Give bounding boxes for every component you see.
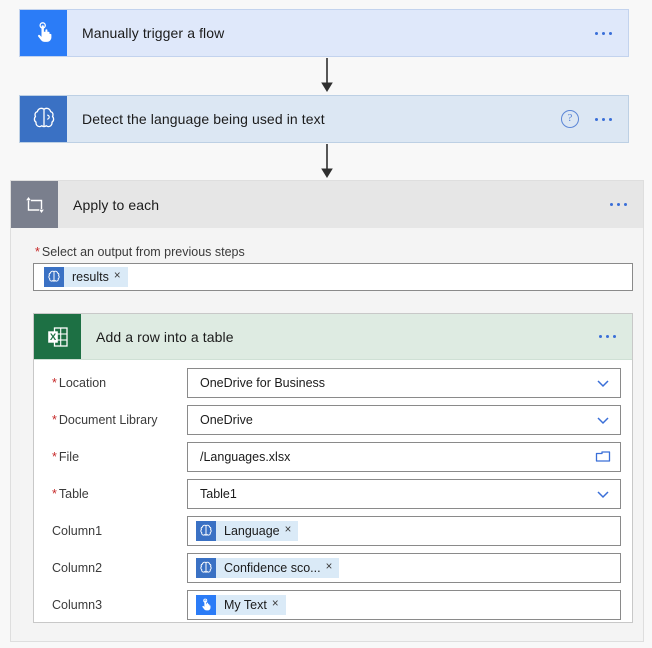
token-language[interactable]: Language ×: [196, 521, 299, 541]
field-label-column2: Column2: [52, 561, 103, 575]
add-row-fields: * Location OneDrive for Business * Documen…: [34, 360, 632, 620]
chevron-down-icon[interactable]: [586, 375, 620, 391]
detect-language-menu-button[interactable]: [585, 112, 628, 127]
field-label-document-library: * Document Library: [52, 413, 158, 427]
svg-text:X: X: [49, 332, 56, 343]
document-library-dropdown[interactable]: OneDrive: [187, 405, 621, 435]
token-remove-button[interactable]: ×: [326, 562, 340, 574]
add-row-action-card[interactable]: X Add a row into a table * Location OneDr…: [33, 313, 633, 623]
token-label: Confidence sco...: [224, 561, 321, 575]
select-output-label-text: Select an output from previous steps: [41, 245, 245, 259]
token-results[interactable]: results ×: [44, 267, 128, 287]
excel-icon: X: [34, 314, 81, 359]
select-output-label: * Select an output from previous steps: [35, 245, 245, 259]
folder-icon[interactable]: [586, 449, 620, 465]
connector-arrow-2: [318, 144, 336, 180]
token-confidence-score[interactable]: Confidence sco... ×: [196, 558, 340, 578]
file-input[interactable]: /Languages.xlsx: [187, 442, 621, 472]
token-remove-button[interactable]: ×: [272, 599, 286, 611]
hand-tap-icon: [196, 595, 216, 615]
trigger-title: Manually trigger a flow: [82, 25, 225, 41]
trigger-card-body[interactable]: Manually trigger a flow: [67, 10, 628, 56]
add-row-action-title: Add a row into a table: [96, 328, 234, 345]
hand-tap-icon: [20, 10, 67, 56]
apply-to-each-header[interactable]: Apply to each: [11, 181, 643, 228]
field-row-column3: Column3 My Text ×: [34, 590, 632, 620]
field-row-table: * Table Table1: [34, 479, 632, 509]
detect-language-card[interactable]: Detect the language being used in text ?: [19, 95, 629, 143]
document-library-value: OneDrive: [200, 413, 253, 427]
connector-arrow-1: [318, 58, 336, 94]
apply-to-each-header-body[interactable]: Apply to each: [58, 181, 643, 228]
field-label-column3: Column3: [52, 598, 103, 612]
required-asterisk: *: [52, 376, 57, 390]
field-row-location: * Location OneDrive for Business: [34, 368, 632, 398]
token-remove-button[interactable]: ×: [285, 525, 299, 537]
brain-icon: [196, 521, 216, 541]
required-asterisk: *: [35, 245, 40, 259]
brain-icon: [196, 558, 216, 578]
token-label: results: [72, 270, 109, 284]
location-dropdown[interactable]: OneDrive for Business: [187, 368, 621, 398]
select-output-input[interactable]: results ×: [33, 263, 633, 291]
token-label: My Text: [224, 598, 267, 612]
field-row-column1: Column1 Language ×: [34, 516, 632, 546]
token-label: Language: [224, 524, 280, 538]
add-row-action-header[interactable]: X Add a row into a table: [34, 314, 632, 360]
brain-icon: [44, 267, 64, 287]
field-label-file: * File: [52, 450, 80, 464]
detect-language-card-body[interactable]: Detect the language being used in text ?: [67, 96, 628, 142]
field-label-table: * Table: [52, 487, 89, 501]
column3-input[interactable]: My Text ×: [187, 590, 621, 620]
required-asterisk: *: [52, 450, 57, 464]
field-row-document-library: * Document Library OneDrive: [34, 405, 632, 435]
column1-input[interactable]: Language ×: [187, 516, 621, 546]
field-label-column1: Column1: [52, 524, 103, 538]
token-remove-button[interactable]: ×: [114, 271, 128, 283]
token-my-text[interactable]: My Text ×: [196, 595, 286, 615]
apply-to-each-title: Apply to each: [73, 196, 160, 213]
field-row-file: * File /Languages.xlsx: [34, 442, 632, 472]
field-row-column2: Column2 Confidence sco... ×: [34, 553, 632, 583]
chevron-down-icon[interactable]: [586, 486, 620, 502]
table-value: Table1: [200, 487, 237, 501]
detect-language-title: Detect the language being used in text: [82, 111, 325, 127]
loop-icon: [11, 181, 58, 228]
trigger-menu-button[interactable]: [585, 26, 628, 41]
brain-icon: [20, 96, 67, 142]
add-row-menu-button[interactable]: [589, 329, 632, 344]
trigger-card[interactable]: Manually trigger a flow: [19, 9, 629, 57]
apply-to-each-menu-button[interactable]: [600, 197, 643, 212]
chevron-down-icon[interactable]: [586, 412, 620, 428]
add-row-action-header-body[interactable]: Add a row into a table: [81, 314, 632, 359]
location-value: OneDrive for Business: [200, 376, 326, 390]
required-asterisk: *: [52, 487, 57, 501]
file-value: /Languages.xlsx: [200, 450, 291, 464]
apply-to-each-scope[interactable]: Apply to each * Select an output from pre…: [10, 180, 644, 642]
field-label-location: * Location: [52, 376, 107, 390]
required-asterisk: *: [52, 413, 57, 427]
column2-input[interactable]: Confidence sco... ×: [187, 553, 621, 583]
table-dropdown[interactable]: Table1: [187, 479, 621, 509]
help-icon[interactable]: ?: [561, 110, 579, 128]
